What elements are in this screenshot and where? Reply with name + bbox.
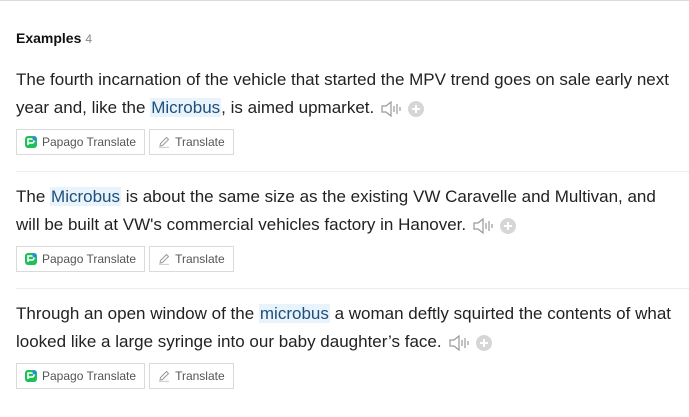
add-to-wordbook-icon[interactable] xyxy=(500,217,517,234)
example-divider xyxy=(16,171,689,172)
papago-translate-label: Papago Translate xyxy=(42,135,137,149)
examples-count: 4 xyxy=(85,32,93,46)
translate-button[interactable]: Translate xyxy=(149,246,234,272)
papago-logo-icon xyxy=(25,136,37,148)
example-divider xyxy=(16,288,689,289)
papago-translate-label: Papago Translate xyxy=(42,369,137,383)
papago-logo-icon xyxy=(25,370,37,382)
translate-button[interactable]: Translate xyxy=(149,129,234,155)
pencil-icon xyxy=(159,136,170,148)
top-divider xyxy=(0,0,689,1)
add-to-wordbook-icon[interactable] xyxy=(475,334,492,351)
examples-heading: Examples 4 xyxy=(16,30,92,46)
example-sentence: The Microbus is about the same size as t… xyxy=(16,183,678,239)
translate-label: Translate xyxy=(175,135,225,149)
sentence-text: , is aimed upmarket. xyxy=(221,98,375,117)
example-sentence: Through an open window of the microbus a… xyxy=(16,300,678,356)
translate-button[interactable]: Translate xyxy=(149,363,234,389)
pencil-icon xyxy=(159,253,170,265)
papago-translate-button[interactable]: Papago Translate xyxy=(16,246,146,272)
translate-label: Translate xyxy=(175,252,225,266)
example-sentence: The fourth incarnation of the vehicle th… xyxy=(16,66,678,122)
papago-translate-button[interactable]: Papago Translate xyxy=(16,129,146,155)
keyword-highlight: Microbus xyxy=(150,98,222,117)
sentence-text: The xyxy=(16,187,51,206)
example-item: Through an open window of the microbus a… xyxy=(16,300,689,389)
examples-title: Examples xyxy=(16,30,82,46)
example-item: The fourth incarnation of the vehicle th… xyxy=(16,66,689,155)
example-item: The Microbus is about the same size as t… xyxy=(16,183,689,272)
keyword-highlight: Microbus xyxy=(50,187,121,206)
add-to-wordbook-icon[interactable] xyxy=(408,100,425,117)
speaker-icon[interactable] xyxy=(472,217,494,235)
keyword-highlight: microbus xyxy=(258,304,330,323)
pencil-icon xyxy=(159,370,170,382)
translate-label: Translate xyxy=(175,369,225,383)
papago-translate-button[interactable]: Papago Translate xyxy=(16,363,146,389)
papago-translate-label: Papago Translate xyxy=(42,252,137,266)
sentence-text: Through an open window of the xyxy=(16,304,259,323)
papago-logo-icon xyxy=(25,253,37,265)
speaker-icon[interactable] xyxy=(380,100,402,118)
speaker-icon[interactable] xyxy=(448,334,470,352)
